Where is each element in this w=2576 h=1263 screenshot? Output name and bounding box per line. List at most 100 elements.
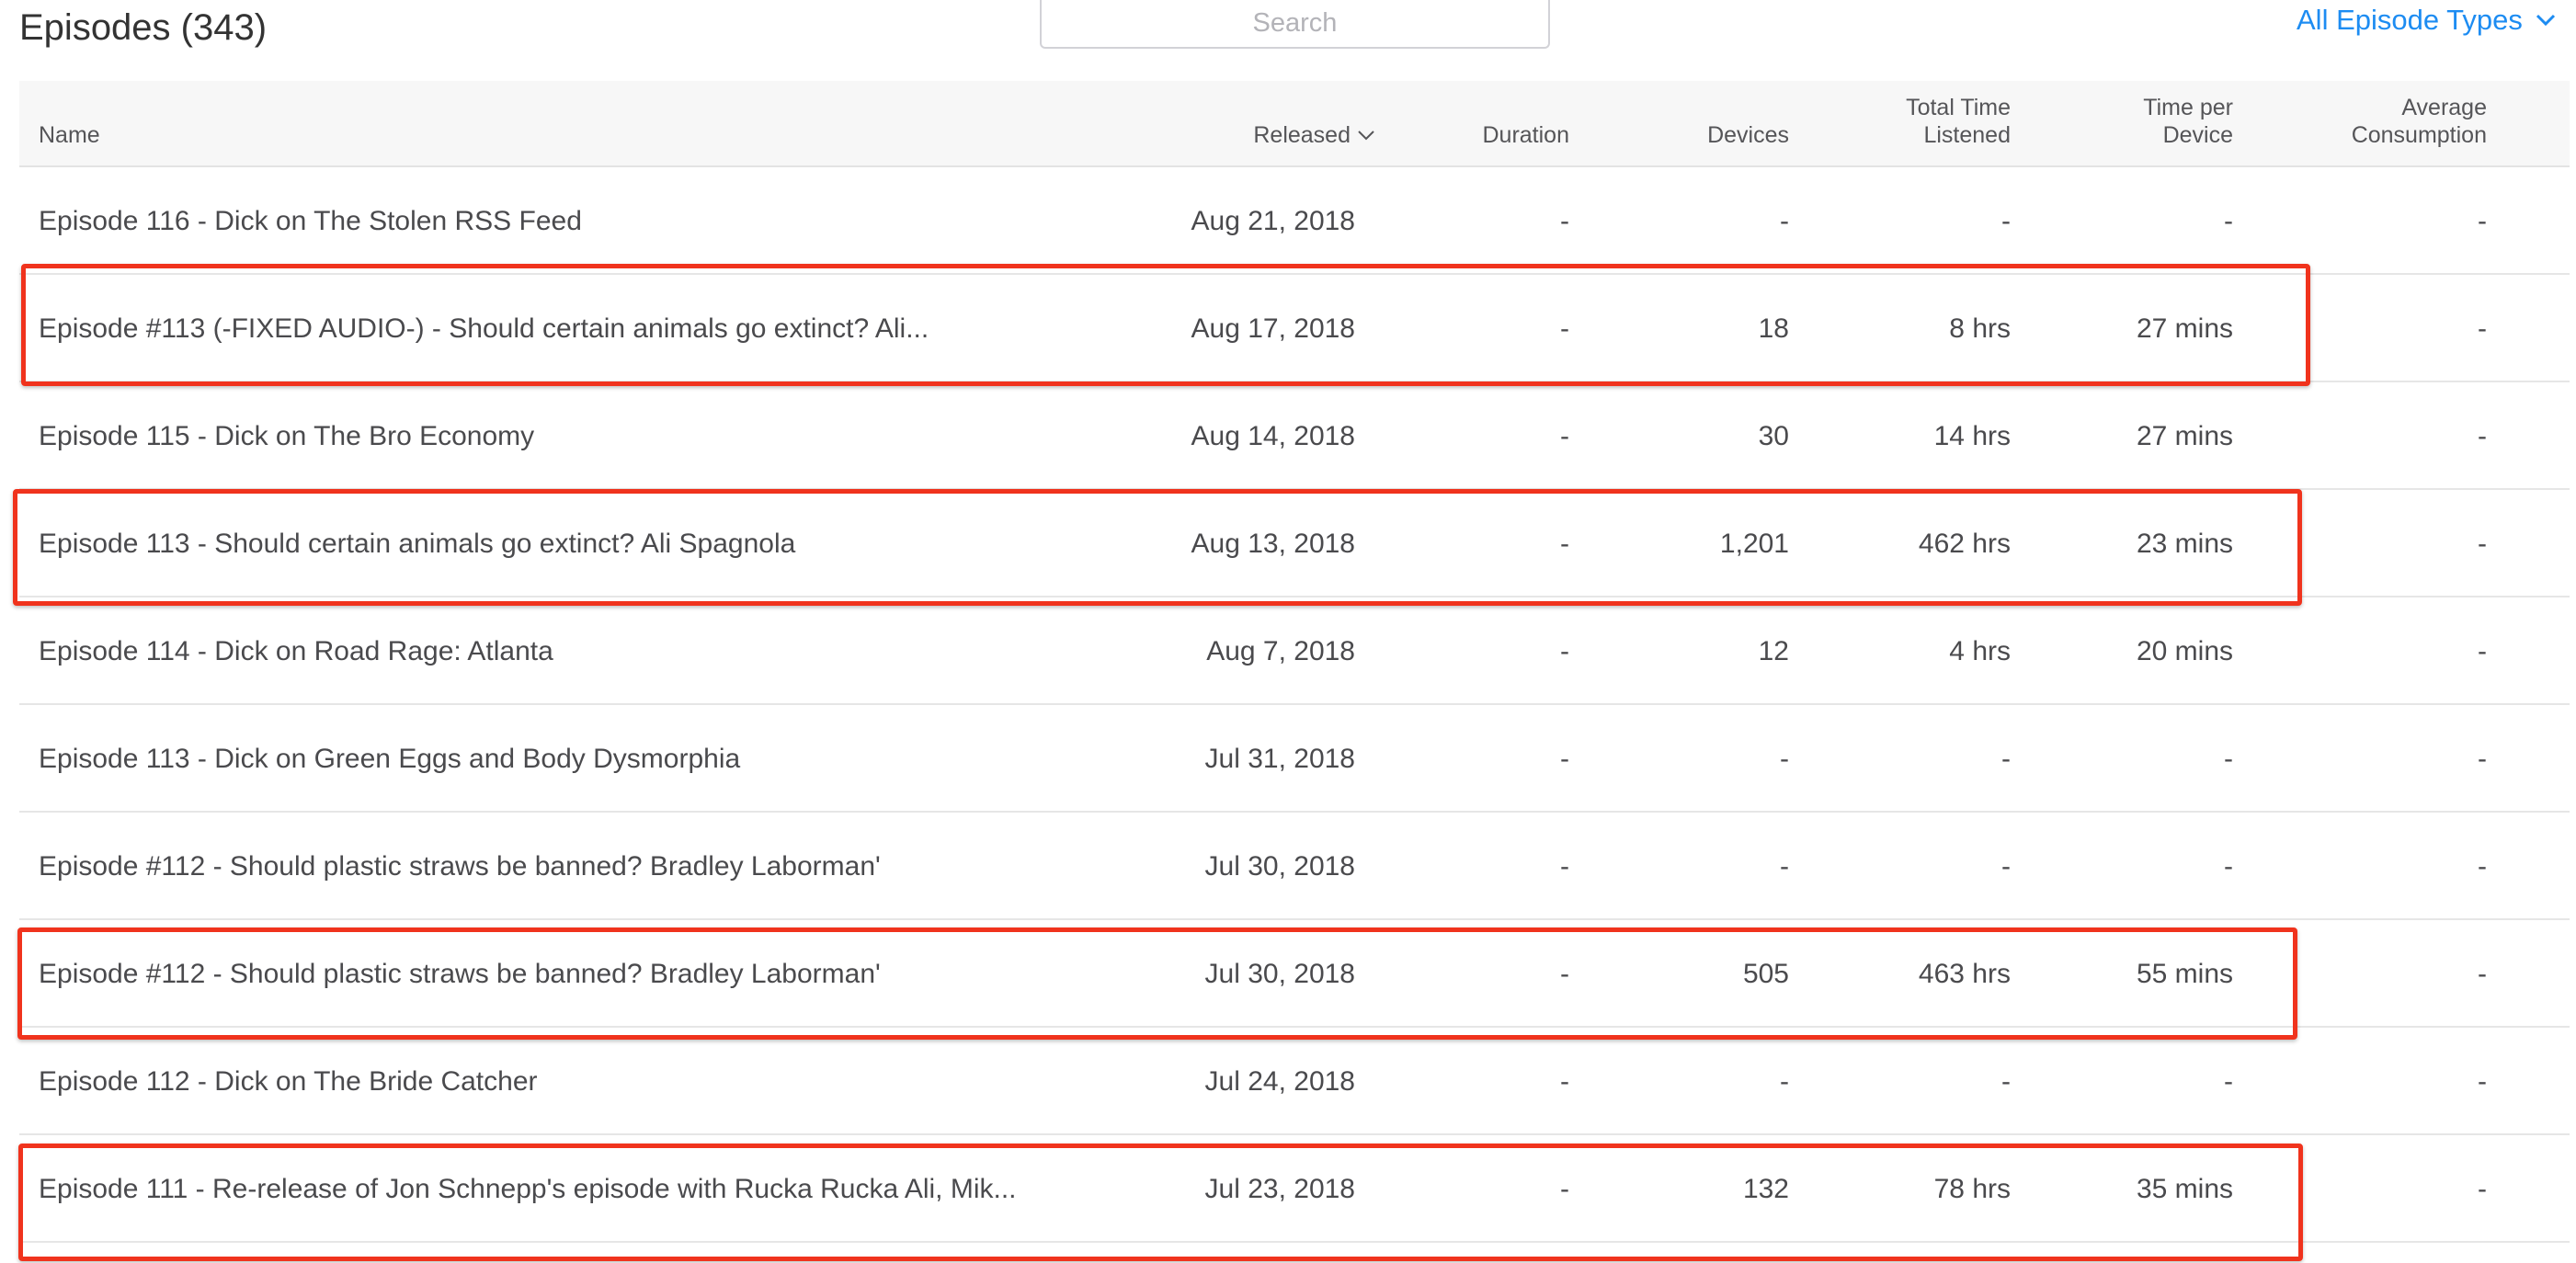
column-header-name[interactable]: Name: [39, 121, 100, 149]
episode-duration: -: [1560, 635, 1569, 666]
episode-name[interactable]: Episode 115 - Dick on The Bro Economy: [39, 382, 534, 490]
episode-average-consumption: -: [2478, 635, 2487, 666]
table-row[interactable]: Episode #113 (-FIXED AUDIO-) - Should ce…: [19, 275, 2570, 382]
episode-total-time: -: [2001, 743, 2011, 774]
episode-devices: -: [1780, 743, 1789, 774]
episode-total-time: -: [2001, 205, 2011, 236]
episode-average-consumption: -: [2478, 528, 2487, 559]
episode-devices: 1,201: [1719, 528, 1789, 559]
episode-duration: -: [1560, 1065, 1569, 1097]
episode-average-consumption: -: [2478, 420, 2487, 451]
episode-duration: -: [1560, 1173, 1569, 1204]
episode-time-per-device: 20 mins: [2136, 635, 2233, 666]
episode-time-per-device: 27 mins: [2136, 420, 2233, 451]
episode-name[interactable]: Episode #113 (-FIXED AUDIO-) - Should ce…: [39, 275, 929, 382]
episodes-table: Name Released Duration Devices Total Tim…: [19, 81, 2570, 1243]
episode-released: Aug 7, 2018: [1206, 635, 1355, 666]
column-header-time-per-device[interactable]: Time per Device: [2143, 94, 2233, 149]
column-header-released-label: Released: [1253, 122, 1351, 148]
episode-name[interactable]: Episode 111 - Re-release of Jon Schnepp'…: [39, 1135, 1017, 1243]
column-header-time-per-device-line1: Time per: [2143, 95, 2233, 120]
column-header-time-per-device-line2: Device: [2162, 122, 2233, 148]
episode-released: Aug 17, 2018: [1191, 313, 1356, 344]
column-header-total-time-line1: Total Time: [1906, 95, 2011, 120]
column-header-average-consumption[interactable]: Average Consumption: [2352, 94, 2487, 149]
chevron-down-icon: [2536, 14, 2555, 27]
episode-average-consumption: -: [2478, 313, 2487, 344]
table-header: Name Released Duration Devices Total Tim…: [19, 81, 2570, 167]
episode-time-per-device: -: [2224, 205, 2233, 236]
episode-released: Jul 30, 2018: [1204, 958, 1355, 989]
episode-total-time: 14 hrs: [1933, 420, 2011, 451]
episode-name[interactable]: Episode 112 - Dick on The Bride Catcher: [39, 1028, 538, 1135]
episode-total-time: 78 hrs: [1933, 1173, 2011, 1204]
episode-released: Jul 31, 2018: [1204, 743, 1355, 774]
episode-devices: 18: [1758, 313, 1789, 344]
episode-time-per-device: 23 mins: [2136, 528, 2233, 559]
episode-released: Aug 21, 2018: [1191, 205, 1356, 236]
episode-devices: -: [1780, 1065, 1789, 1097]
episode-time-per-device: 55 mins: [2136, 958, 2233, 989]
table-row[interactable]: Episode 116 - Dick on The Stolen RSS Fee…: [19, 167, 2570, 275]
episode-name[interactable]: Episode 114 - Dick on Road Rage: Atlanta: [39, 597, 553, 705]
episode-type-filter[interactable]: All Episode Types: [2297, 4, 2556, 37]
column-header-total-time-line2: Listened: [1923, 122, 2011, 148]
episode-name[interactable]: Episode 113 - Should certain animals go …: [39, 490, 795, 597]
episode-time-per-device: -: [2224, 850, 2233, 882]
episode-duration: -: [1560, 850, 1569, 882]
column-header-duration[interactable]: Duration: [1483, 121, 1570, 149]
column-header-devices[interactable]: Devices: [1707, 121, 1789, 149]
episode-total-time: -: [2001, 850, 2011, 882]
episode-duration: -: [1560, 958, 1569, 989]
episode-average-consumption: -: [2478, 850, 2487, 882]
column-header-total-time[interactable]: Total Time Listened: [1906, 94, 2011, 149]
episode-released: Aug 14, 2018: [1191, 420, 1356, 451]
episode-duration: -: [1560, 205, 1569, 236]
episode-average-consumption: -: [2478, 743, 2487, 774]
episode-duration: -: [1560, 420, 1569, 451]
episode-time-per-device: 27 mins: [2136, 313, 2233, 344]
episode-devices: 30: [1758, 420, 1789, 451]
episode-duration: -: [1560, 313, 1569, 344]
table-row[interactable]: Episode 114 - Dick on Road Rage: Atlanta…: [19, 597, 2570, 705]
column-header-average-consumption-line1: Average: [2401, 95, 2487, 120]
episode-devices: 505: [1742, 958, 1789, 989]
episode-name[interactable]: Episode 116 - Dick on The Stolen RSS Fee…: [39, 167, 582, 275]
episode-devices: 12: [1758, 635, 1789, 666]
page-title: Episodes (343): [19, 7, 268, 48]
episode-devices: 132: [1742, 1173, 1789, 1204]
episode-total-time: 463 hrs: [1918, 958, 2011, 989]
table-row[interactable]: Episode 113 - Should certain animals go …: [19, 490, 2570, 597]
episode-devices: -: [1780, 205, 1789, 236]
episode-total-time: 462 hrs: [1918, 528, 2011, 559]
column-header-released[interactable]: Released: [1253, 121, 1374, 149]
table-row[interactable]: Episode 115 - Dick on The Bro Economy Au…: [19, 382, 2570, 490]
episode-average-consumption: -: [2478, 958, 2487, 989]
episode-released: Jul 23, 2018: [1204, 1173, 1355, 1204]
episode-name[interactable]: Episode #112 - Should plastic straws be …: [39, 813, 881, 920]
search-placeholder: Search: [1252, 8, 1338, 38]
episode-total-time: -: [2001, 1065, 2011, 1097]
table-row[interactable]: Episode 112 - Dick on The Bride Catcher …: [19, 1028, 2570, 1135]
episode-average-consumption: -: [2478, 205, 2487, 236]
episode-duration: -: [1560, 743, 1569, 774]
episode-name[interactable]: Episode 113 - Dick on Green Eggs and Bod…: [39, 705, 740, 813]
column-header-average-consumption-line2: Consumption: [2351, 122, 2487, 148]
episode-duration: -: [1560, 528, 1569, 559]
episode-released: Aug 13, 2018: [1191, 528, 1356, 559]
episode-average-consumption: -: [2478, 1173, 2487, 1204]
episode-released: Jul 30, 2018: [1204, 850, 1355, 882]
table-row[interactable]: Episode 113 - Dick on Green Eggs and Bod…: [19, 705, 2570, 813]
episode-type-filter-label: All Episode Types: [2297, 4, 2523, 36]
episode-total-time: 4 hrs: [1949, 635, 2011, 666]
sort-chevron-down-icon: [1358, 130, 1374, 140]
episode-time-per-device: -: [2224, 743, 2233, 774]
table-row[interactable]: Episode 111 - Re-release of Jon Schnepp'…: [19, 1135, 2570, 1243]
episode-time-per-device: 35 mins: [2136, 1173, 2233, 1204]
episode-average-consumption: -: [2478, 1065, 2487, 1097]
episode-name[interactable]: Episode #112 - Should plastic straws be …: [39, 920, 881, 1028]
search-input[interactable]: Search: [1040, 0, 1550, 49]
episode-devices: -: [1780, 850, 1789, 882]
table-row[interactable]: Episode #112 - Should plastic straws be …: [19, 920, 2570, 1028]
table-row[interactable]: Episode #112 - Should plastic straws be …: [19, 813, 2570, 920]
